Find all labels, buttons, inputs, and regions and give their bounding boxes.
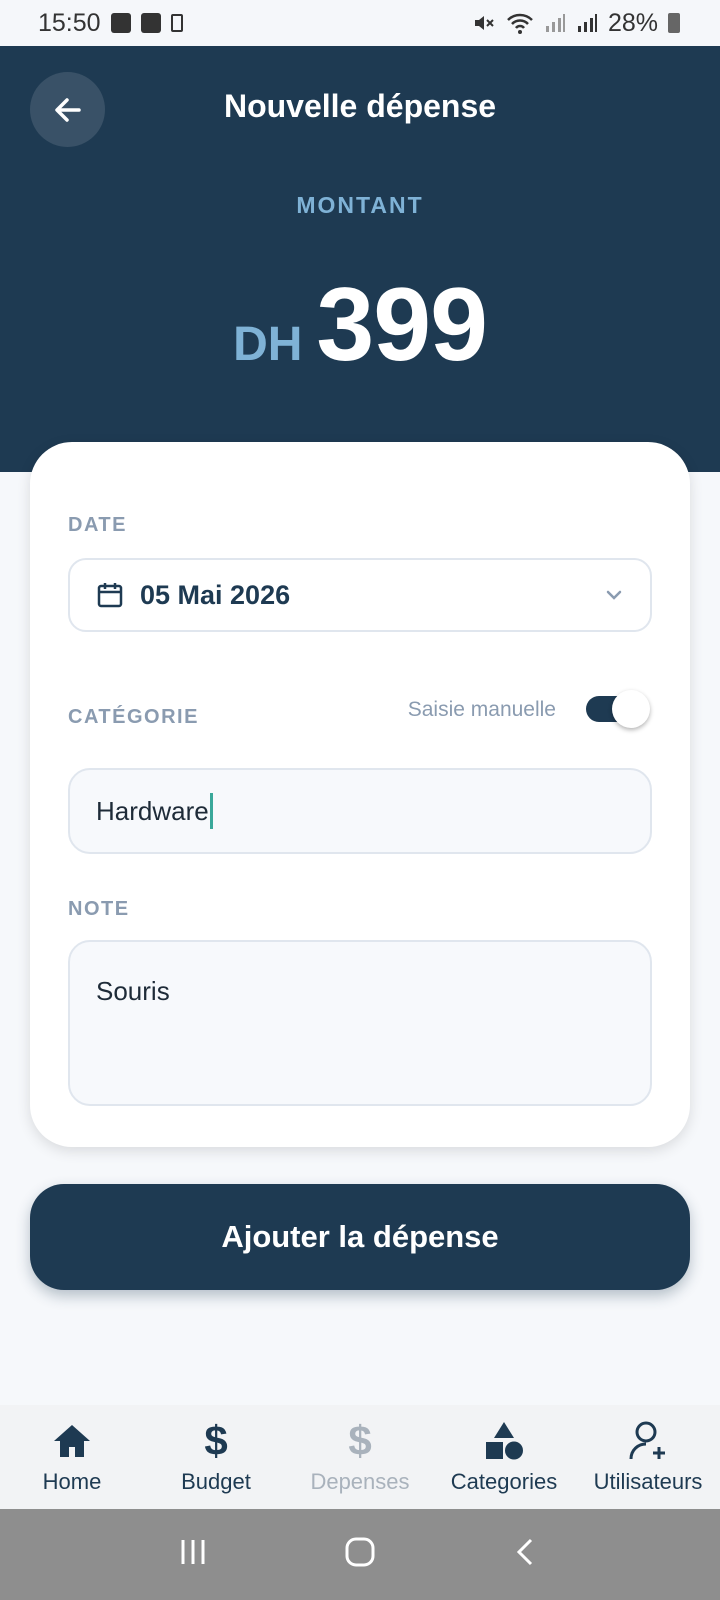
category-label: CATÉGORIE	[68, 706, 199, 728]
calendar-icon	[97, 583, 123, 608]
dollar-icon: $	[204, 1417, 228, 1464]
home-icon	[50, 1419, 94, 1463]
status-time: 15:50	[38, 8, 101, 37]
bottom-nav: Home $ Budget $ Depenses Categories Util…	[0, 1405, 720, 1509]
date-picker[interactable]: 05 Mai 2026	[68, 558, 652, 632]
signal-icon	[577, 14, 597, 32]
checkbox-icon	[140, 13, 161, 33]
amount-label: MONTANT	[296, 192, 424, 218]
amount-display[interactable]: DH 399	[0, 266, 720, 385]
recent-apps-icon	[181, 1540, 205, 1564]
toggle-thumb	[612, 690, 650, 728]
home-circle-icon	[345, 1537, 375, 1567]
note-value: Souris	[96, 976, 170, 1006]
back-system-button[interactable]	[511, 1536, 543, 1573]
amount-value: 399	[316, 267, 488, 383]
category-value: Hardware	[96, 795, 209, 826]
dollar-icon: $	[348, 1417, 372, 1464]
nav-item-home[interactable]: Home	[0, 1405, 144, 1509]
nav-item-categories[interactable]: Categories	[432, 1405, 576, 1509]
battery-percent: 28%	[607, 8, 658, 37]
home-system-button[interactable]	[343, 1535, 377, 1574]
nav-label: Depenses	[310, 1469, 410, 1494]
system-nav-bar	[0, 1509, 720, 1600]
mute-icon	[474, 16, 494, 30]
note-textarea[interactable]: Souris	[68, 940, 652, 1106]
text-cursor	[209, 793, 213, 829]
recent-apps-button[interactable]	[177, 1536, 209, 1573]
add-user-icon	[626, 1419, 670, 1463]
expense-form-card: DATE 05 Mai 2026 CATÉGORIE Saisie manuel…	[30, 442, 690, 1147]
nav-label: Utilisateurs	[593, 1469, 703, 1494]
header: Nouvelle dépense MONTANT DH 399	[0, 46, 720, 472]
category-input[interactable]: Hardware	[68, 768, 652, 854]
date-label: DATE	[68, 514, 127, 536]
nav-item-budget[interactable]: $ Budget	[144, 1405, 288, 1509]
page-title: Nouvelle dépense	[223, 88, 497, 124]
nav-item-utilisateurs[interactable]: Utilisateurs	[576, 1405, 720, 1509]
nav-label: Budget	[181, 1469, 251, 1494]
status-right: 28%	[472, 9, 680, 38]
status-bar: 15:50 28%	[0, 0, 720, 46]
currency-label: DH	[233, 318, 303, 371]
add-expense-button[interactable]: Ajouter la dépense	[30, 1184, 690, 1290]
phone-icon	[170, 14, 183, 32]
date-value: 05 Mai 2026	[140, 579, 291, 610]
manual-entry-toggle[interactable]	[586, 690, 650, 728]
nav-label: Home	[42, 1469, 102, 1494]
shapes-icon	[482, 1419, 526, 1463]
note-label: NOTE	[68, 898, 130, 920]
manual-entry-label: Saisie manuelle	[407, 698, 556, 721]
nav-item-depenses[interactable]: $ Depenses	[288, 1405, 432, 1509]
battery-icon	[668, 13, 680, 33]
nav-label: Categories	[450, 1469, 558, 1494]
back-chevron-icon	[516, 1538, 533, 1566]
signal-icon	[545, 14, 565, 32]
gallery-icon	[110, 13, 131, 33]
status-left: 15:50	[38, 9, 183, 38]
chevron-down-icon	[606, 590, 622, 600]
wifi-icon	[507, 13, 533, 34]
